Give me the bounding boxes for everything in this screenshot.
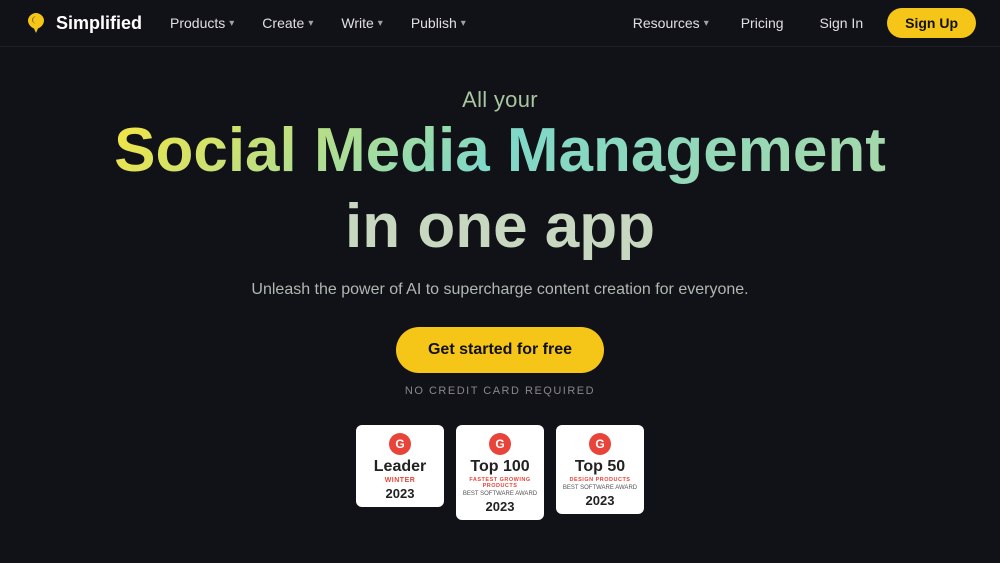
badge-2-year: 2023 [486,499,515,514]
hero-section: All your Social Media Management in one … [0,47,1000,540]
badge-1-title: Leader [374,459,426,475]
badge-2-desc: BEST SOFTWARE AWARD [463,491,537,499]
nav-pricing-label: Pricing [741,15,784,31]
nav-left: Simplified Products ▾ Create ▾ Write ▾ P… [24,0,478,47]
brand-logo[interactable]: Simplified [24,11,142,35]
nav-pricing[interactable]: Pricing [729,0,796,47]
no-cc-text: NO CREDIT CARD REQUIRED [405,385,595,397]
hero-line1: All your [462,87,538,113]
nav-products[interactable]: Products ▾ [158,0,246,47]
nav-write[interactable]: Write ▾ [329,0,394,47]
navbar: Simplified Products ▾ Create ▾ Write ▾ P… [0,0,1000,47]
badge-2-title: Top 100 [470,459,529,475]
brand-icon [24,11,48,35]
products-chevron-icon: ▾ [229,18,234,29]
badge-top50: G Top 50 Design Products BEST SOFTWARE A… [556,425,644,514]
g2-logo-2: G [489,433,511,455]
hero-line2: Social Media Management [114,117,886,185]
write-chevron-icon: ▾ [378,18,383,29]
badge-1-sub: WINTER [385,477,416,484]
badges-container: G Leader WINTER 2023 G Top 100 Fastest G… [356,425,644,520]
nav-products-label: Products [170,15,225,31]
badge-leader: G Leader WINTER 2023 [356,425,444,507]
badge-2-sub: Fastest Growing Products [462,477,538,489]
nav-publish-label: Publish [411,15,457,31]
badge-3-year: 2023 [586,493,615,508]
badge-1-year: 2023 [386,486,415,501]
nav-create[interactable]: Create ▾ [250,0,325,47]
nav-publish[interactable]: Publish ▾ [399,0,478,47]
nav-right: Resources ▾ Pricing Sign In Sign Up [621,0,976,47]
badge-top100: G Top 100 Fastest Growing Products BEST … [456,425,544,520]
hero-description: Unleash the power of AI to supercharge c… [251,281,748,299]
badge-3-desc: BEST SOFTWARE AWARD [563,485,637,493]
nav-create-label: Create [262,15,304,31]
signin-button[interactable]: Sign In [804,8,880,38]
create-chevron-icon: ▾ [308,18,313,29]
cta-button[interactable]: Get started for free [396,327,604,373]
signup-button[interactable]: Sign Up [887,8,976,38]
nav-write-label: Write [341,15,373,31]
hero-line3: in one app [345,193,655,261]
publish-chevron-icon: ▾ [461,18,466,29]
brand-name: Simplified [56,13,142,34]
nav-resources-label: Resources [633,15,700,31]
g2-logo-3: G [589,433,611,455]
nav-resources[interactable]: Resources ▾ [621,0,721,47]
badge-3-title: Top 50 [575,459,625,475]
g2-logo-1: G [389,433,411,455]
resources-chevron-icon: ▾ [704,18,709,29]
badge-3-sub: Design Products [570,477,631,483]
